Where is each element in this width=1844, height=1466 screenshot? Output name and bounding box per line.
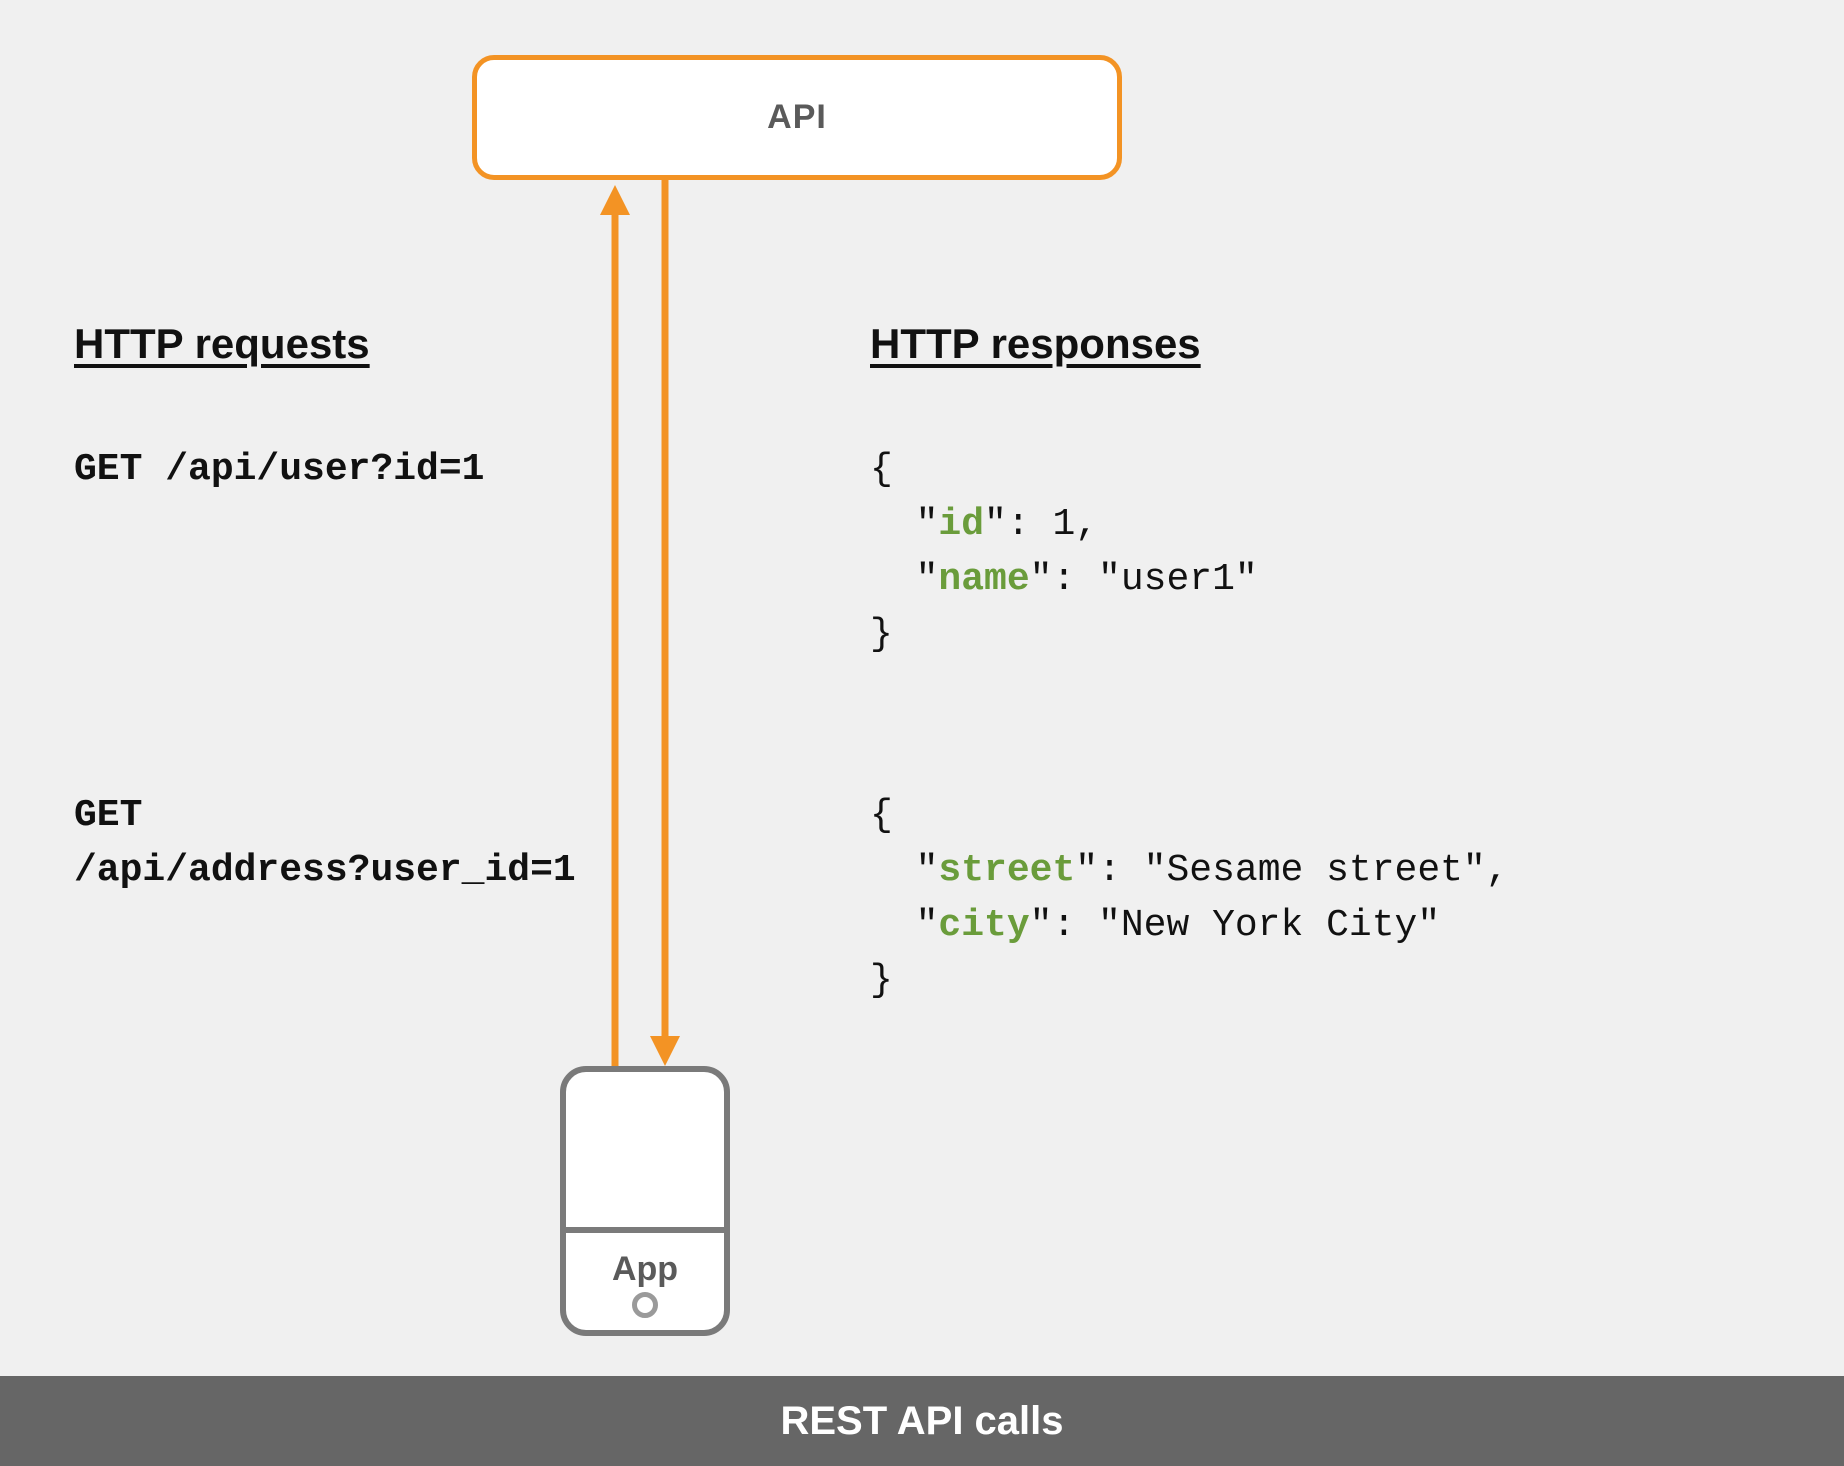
json-key: city bbox=[938, 904, 1029, 947]
request-1: GET /api/user?id=1 bbox=[74, 442, 484, 497]
response-2: { "street": "Sesame street", "city": "Ne… bbox=[870, 788, 1509, 1008]
json-val: : 1, bbox=[1007, 503, 1098, 546]
response-1: { "id": 1, "name": "user1" } bbox=[870, 442, 1258, 662]
phone-divider bbox=[560, 1227, 730, 1233]
json-val: : "user1" bbox=[1052, 558, 1257, 601]
request-2-line1: GET bbox=[74, 794, 142, 837]
brace-close: } bbox=[870, 613, 893, 656]
json-key: name bbox=[938, 558, 1029, 601]
brace-close: } bbox=[870, 959, 893, 1002]
api-node: API bbox=[472, 55, 1122, 180]
request-2: GET /api/address?user_id=1 bbox=[74, 788, 576, 898]
diagram-canvas: API HTTP requests HTTP responses GET /ap… bbox=[0, 0, 1844, 1466]
footer-bar: REST API calls bbox=[0, 1376, 1844, 1466]
brace-open: { bbox=[870, 448, 893, 491]
flow-arrows bbox=[0, 0, 1844, 1466]
home-button-icon bbox=[632, 1292, 658, 1318]
api-label: API bbox=[767, 98, 827, 137]
responses-heading: HTTP responses bbox=[870, 320, 1201, 368]
request-2-line2: /api/address?user_id=1 bbox=[74, 849, 576, 892]
requests-heading: HTTP requests bbox=[74, 320, 370, 368]
phone-label: App bbox=[566, 1250, 724, 1289]
json-key: street bbox=[938, 849, 1075, 892]
phone-node: App bbox=[560, 1066, 730, 1336]
footer-title: REST API calls bbox=[780, 1399, 1063, 1444]
json-key: id bbox=[938, 503, 984, 546]
brace-open: { bbox=[870, 794, 893, 837]
json-val: : "New York City" bbox=[1052, 904, 1440, 947]
json-val: : "Sesame street", bbox=[1098, 849, 1508, 892]
